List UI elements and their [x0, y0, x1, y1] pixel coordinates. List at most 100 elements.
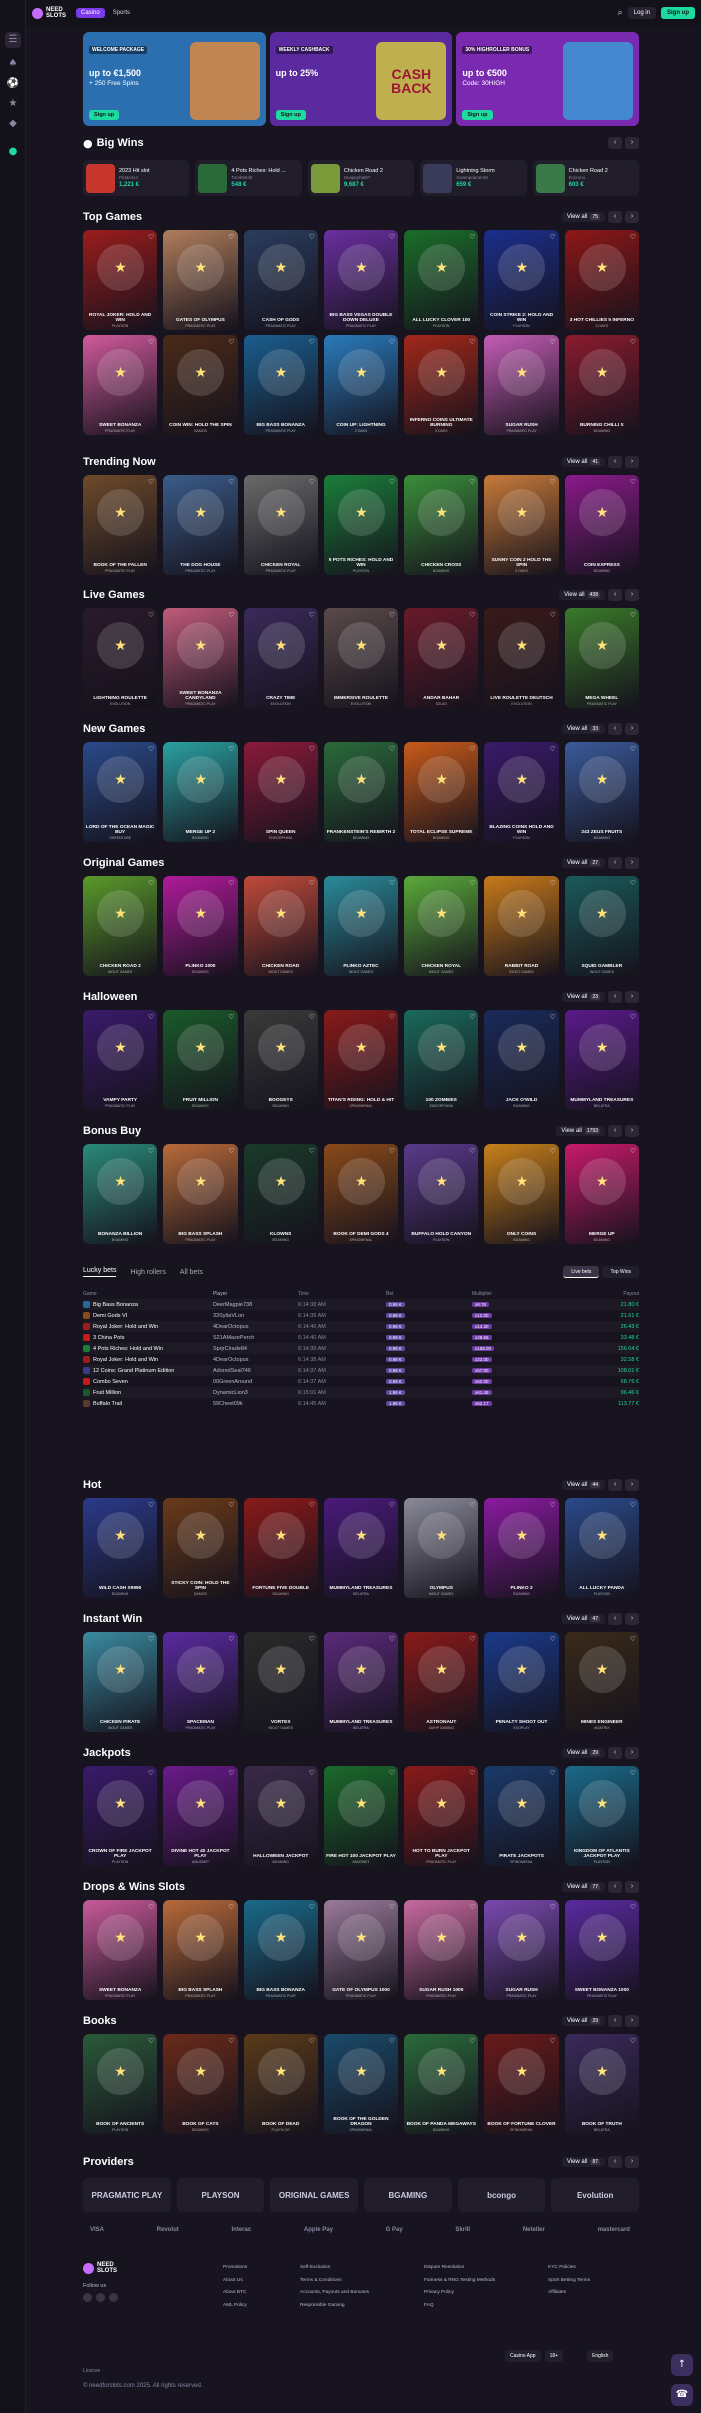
footer-link[interactable]: Terms & Conditions: [300, 2275, 369, 2288]
tab-high-rollers[interactable]: High rollers: [130, 1269, 165, 1276]
favorite-heart-icon[interactable]: ♡: [148, 1147, 154, 1155]
game-card[interactable]: ★ ♡ LORD OF THE OCEAN MAGIC BUY GREENTUBE: [83, 742, 158, 842]
game-card[interactable]: ★ ♡ FRUIT MILLION BGAMING: [163, 1010, 238, 1110]
game-card[interactable]: ★ ♡ GATES OF OLYMPUS PRAGMATIC PLAY: [163, 230, 238, 330]
promo-icon[interactable]: ★: [5, 96, 21, 112]
game-card[interactable]: ★ ♡ ASTRONAUT 100HP GAMING: [404, 1632, 479, 1732]
next-arrow[interactable]: ›: [625, 2015, 639, 2027]
favorite-heart-icon[interactable]: ♡: [228, 1147, 234, 1155]
footer-link[interactable]: AML Policy: [223, 2300, 247, 2313]
promo-signup-button[interactable]: Sign up: [89, 110, 120, 120]
game-card[interactable]: ★ ♡ PLINKO AZTEC INOUT GAMES: [323, 876, 399, 976]
bigwin-item[interactable]: Chicken Road 2 Excrono 603 €: [532, 160, 640, 196]
game-card[interactable]: ★ ♡ TOTAL ECLIPSE SUPREME BGAMING: [404, 742, 479, 842]
favorite-heart-icon[interactable]: ♡: [549, 1147, 555, 1155]
favorite-heart-icon[interactable]: ♡: [309, 1903, 315, 1911]
favorite-heart-icon[interactable]: ♡: [549, 1769, 555, 1777]
favorite-heart-icon[interactable]: ♡: [309, 611, 315, 619]
favorite-heart-icon[interactable]: ♡: [469, 1501, 475, 1509]
site-logo[interactable]: NEED SLOTS: [32, 7, 66, 19]
facebook-icon[interactable]: [83, 2293, 92, 2302]
game-card[interactable]: ★ ♡ BLAZING COINS HOLD AND WIN PLAYSON: [484, 742, 559, 842]
favorite-heart-icon[interactable]: ♡: [228, 611, 234, 619]
favorite-heart-icon[interactable]: ♡: [549, 745, 555, 753]
tab-all-bets[interactable]: All bets: [180, 1269, 203, 1276]
next-arrow[interactable]: ›: [625, 857, 639, 869]
support-icon[interactable]: ●: [5, 144, 21, 160]
bet-row[interactable]: 12 Coins: Grand Platinum Edition AdoredSe…: [83, 1365, 639, 1376]
game-card[interactable]: ★ ♡ STICKY COIN: HOLD THE SPIN GAMZIX: [163, 1498, 238, 1598]
favorite-heart-icon[interactable]: ♡: [309, 1501, 315, 1509]
view-all-button[interactable]: View all 27: [561, 858, 605, 868]
favorite-heart-icon[interactable]: ♡: [148, 2037, 154, 2045]
game-card[interactable]: ★ ♡ SUGAR RUSH PRAGMATIC PLAY: [484, 335, 559, 435]
promo-banner[interactable]: WELCOME PACKAGE up to €1,500 + 250 Free Sp…: [83, 32, 266, 126]
license-link[interactable]: License: [83, 2368, 100, 2374]
favorite-heart-icon[interactable]: ♡: [148, 478, 154, 486]
favorite-heart-icon[interactable]: ♡: [309, 478, 315, 486]
prev-arrow[interactable]: ‹: [608, 1125, 622, 1137]
game-card[interactable]: ★ ♡ JACK O'WILD BGAMING: [484, 1010, 559, 1110]
bigwin-item[interactable]: Chicken Road 2 Snappyhat67 9,687 €: [307, 160, 415, 196]
game-card[interactable]: ★ ♡ MUMMYLAND TREASURES BELATRA: [323, 1632, 399, 1732]
favorite-heart-icon[interactable]: ♡: [148, 1501, 154, 1509]
provider-card[interactable]: PLAYSON: [176, 2178, 265, 2212]
bet-row[interactable]: Fruit Million DynamicLion3 6:15:01 AM 1.96 …: [83, 1387, 639, 1398]
login-button[interactable]: Log in: [627, 7, 656, 19]
footer-link[interactable]: Self-Exclusion: [300, 2262, 369, 2275]
bet-row[interactable]: Buffalo Trail 59Cheet09k 6:14:45 AM 1.96 € x…: [83, 1398, 639, 1409]
bet-row[interactable]: 4 Pots Riches: Hold and Win SprjrCirade84…: [83, 1343, 639, 1354]
game-card[interactable]: ★ ♡ KLOWNS BGAMING: [243, 1144, 318, 1244]
favorite-heart-icon[interactable]: ♡: [469, 1635, 475, 1643]
game-card[interactable]: ★ ♡ MUMMYLAND TREASURES BELATRA: [323, 1498, 399, 1598]
favorite-heart-icon[interactable]: ♡: [228, 2037, 234, 2045]
telegram-icon[interactable]: [109, 2293, 118, 2302]
prev-arrow[interactable]: ‹: [608, 137, 622, 149]
game-card[interactable]: ★ ♡ OLYMPUS INOUT GAMES: [404, 1498, 479, 1598]
next-arrow[interactable]: ›: [625, 211, 639, 223]
favorite-heart-icon[interactable]: ♡: [389, 1903, 395, 1911]
favorite-heart-icon[interactable]: ♡: [630, 478, 636, 486]
game-card[interactable]: ★ ♡ SWEET BONANZA PRAGMATIC PLAY: [83, 335, 158, 435]
game-card[interactable]: ★ ♡ BOOK OF TRUTH BELATRA: [564, 2034, 639, 2134]
game-card[interactable]: ★ ♡ MINES ENGINEER AVIATRIX: [564, 1632, 639, 1732]
favorite-heart-icon[interactable]: ♡: [549, 1013, 555, 1021]
bet-row[interactable]: Royal Joker: Hold and Win 4DearOctopus 6:1…: [83, 1321, 639, 1332]
instagram-icon[interactable]: [96, 2293, 105, 2302]
game-card[interactable]: ★ ♡ ANDAR BAHAR EZUGI: [404, 608, 479, 708]
bet-row[interactable]: Combo Seven 00GreenAround 6:14:37 AM 0.98 €…: [83, 1376, 639, 1387]
view-all-button[interactable]: View all 33: [561, 724, 605, 734]
favorite-heart-icon[interactable]: ♡: [549, 879, 555, 887]
prev-arrow[interactable]: ‹: [608, 1881, 622, 1893]
footer-link[interactable]: Sport Betting Terms: [548, 2275, 590, 2288]
game-card[interactable]: ★ ♡ RABBIT ROAD INOUT GAMES: [484, 876, 559, 976]
sports-icon[interactable]: ⚽: [5, 76, 21, 92]
view-all-button[interactable]: View all 47: [561, 1614, 605, 1624]
provider-card[interactable]: Evolution: [551, 2178, 640, 2212]
favorite-heart-icon[interactable]: ♡: [630, 1501, 636, 1509]
prev-arrow[interactable]: ‹: [608, 456, 622, 468]
game-card[interactable]: ★ ♡ MUMMYLAND TREASURES BELATRA: [564, 1010, 639, 1110]
game-card[interactable]: ★ ♡ CRAZY TIME EVOLUTION: [243, 608, 318, 708]
game-card[interactable]: ★ ♡ HOT TO BURN JACKPOT PLAY PRAGMATIC PLAY: [404, 1766, 479, 1866]
game-card[interactable]: ★ ♡ 3 HOT CHILLIES 5 INFERNO 3 OAKS: [564, 230, 639, 330]
game-card[interactable]: ★ ♡ SWEET BONANZA CANDYLAND PRAGMATIC PLAY: [163, 608, 238, 708]
favorite-heart-icon[interactable]: ♡: [389, 611, 395, 619]
next-arrow[interactable]: ›: [625, 137, 639, 149]
favorite-heart-icon[interactable]: ♡: [549, 1903, 555, 1911]
favorite-heart-icon[interactable]: ♡: [309, 1769, 315, 1777]
favorite-heart-icon[interactable]: ♡: [630, 1013, 636, 1021]
favorite-heart-icon[interactable]: ♡: [469, 879, 475, 887]
game-card[interactable]: ★ ♡ SPACEMAN PRAGMATIC PLAY: [163, 1632, 238, 1732]
prev-arrow[interactable]: ‹: [608, 991, 622, 1003]
next-arrow[interactable]: ›: [625, 1479, 639, 1491]
game-card[interactable]: ★ ♡ COIN WIN: HOLD THE SPIN GAMZIX: [163, 335, 238, 435]
footer-link[interactable]: Affiliates: [548, 2287, 590, 2300]
game-card[interactable]: ★ ♡ BONANZA BILLION BGAMING: [83, 1144, 158, 1244]
prev-arrow[interactable]: ‹: [608, 2015, 622, 2027]
game-card[interactable]: ★ ♡ VORTEX INOUT GAMES: [243, 1632, 318, 1732]
favorite-heart-icon[interactable]: ♡: [389, 1147, 395, 1155]
prev-arrow[interactable]: ‹: [608, 1613, 622, 1625]
favorite-heart-icon[interactable]: ♡: [549, 1501, 555, 1509]
favorite-heart-icon[interactable]: ♡: [309, 2037, 315, 2045]
